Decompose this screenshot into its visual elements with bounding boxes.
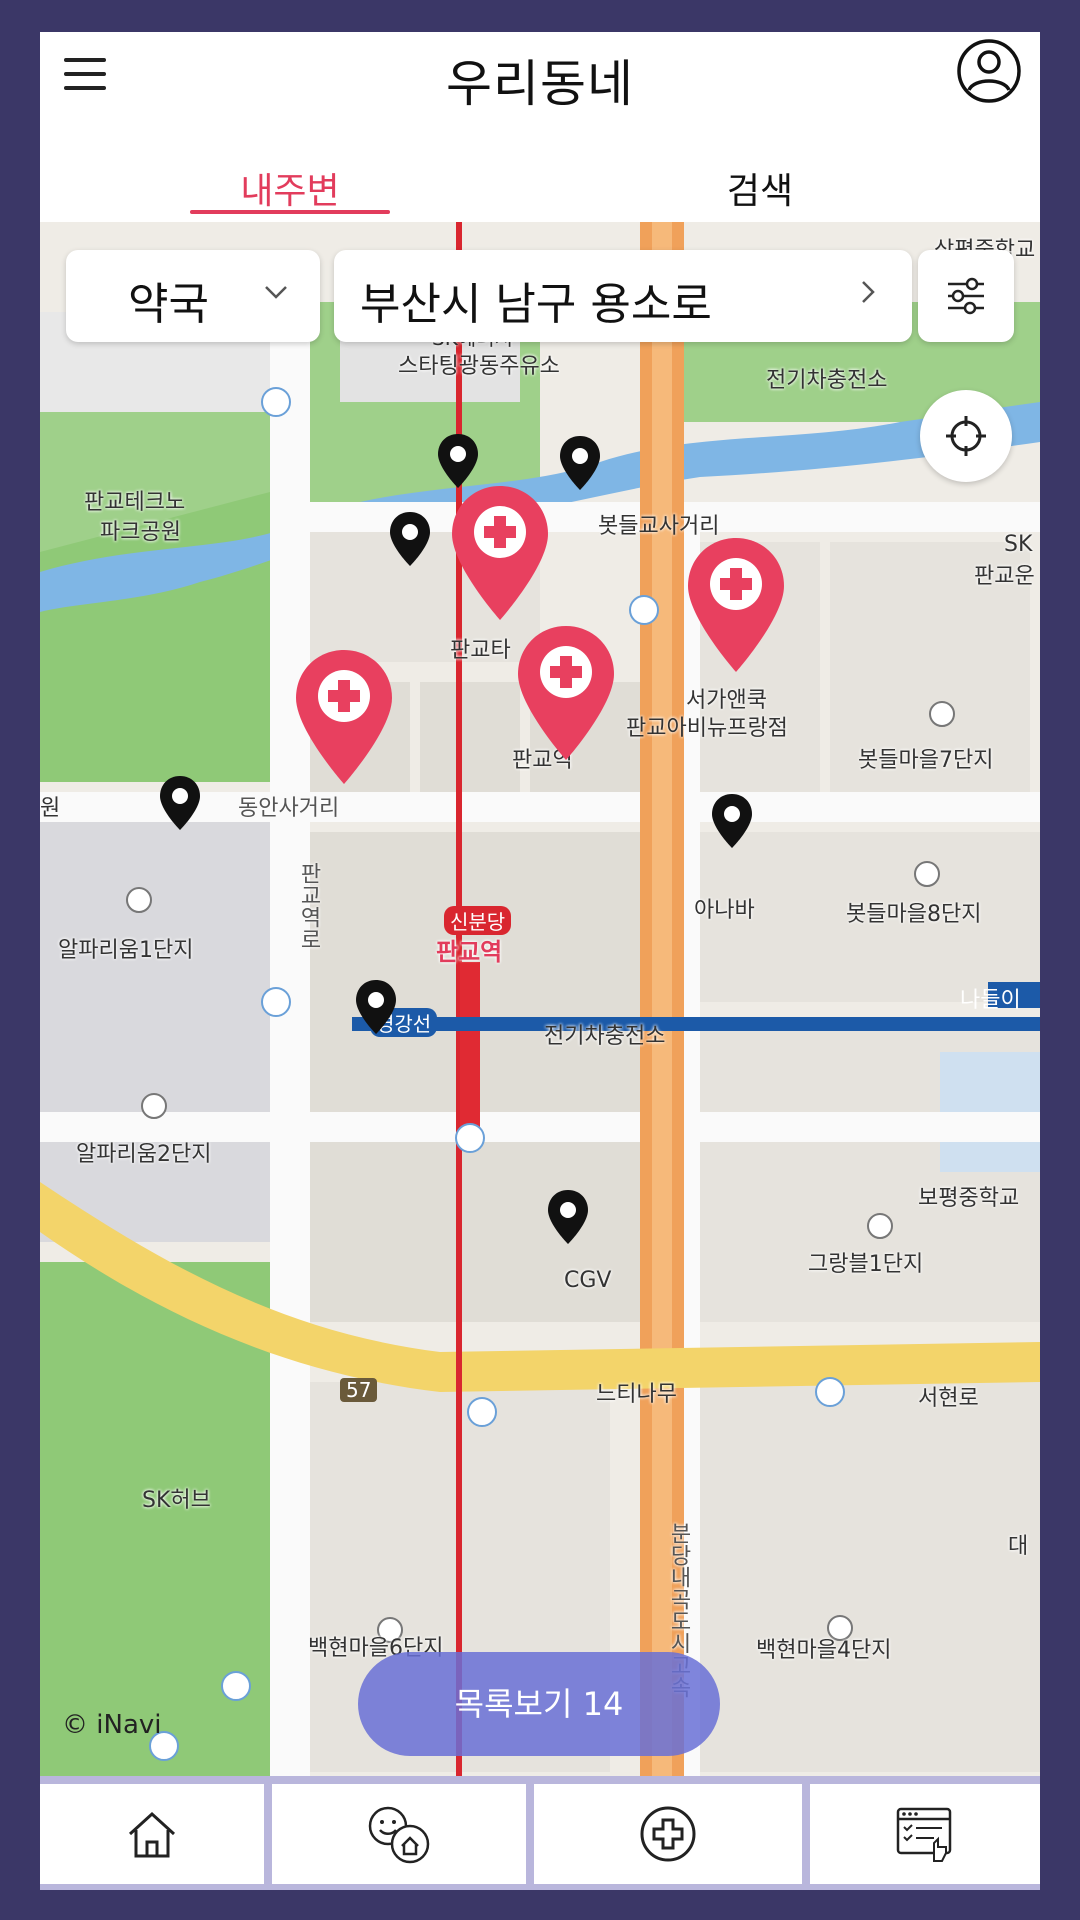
category-dropdown[interactable]: 약국 <box>66 250 320 342</box>
map-label: 서현로 <box>918 1386 979 1411</box>
place-pin-icon[interactable] <box>558 434 602 492</box>
map-label: 알파리움2단지 <box>76 1142 212 1167</box>
map-copyright: © iNavi <box>62 1710 162 1740</box>
map-label: 봇들마을8단지 <box>846 902 982 927</box>
map-label: 파크공원 <box>100 520 181 545</box>
app-window: 우리동네 내주변 검색 판교테크노 파크공원 스타팅광동주유소 전기차충전소 봇… <box>40 32 1040 1890</box>
map-base-layer <box>40 222 1040 1776</box>
place-pin-icon[interactable] <box>710 792 754 850</box>
place-pin-icon[interactable] <box>158 774 202 832</box>
category-label: 약국 <box>128 279 209 330</box>
sliders-icon <box>948 277 984 315</box>
map-label: 느티나무 <box>596 1382 677 1407</box>
nav-hospital[interactable] <box>534 1784 802 1884</box>
map-label: 백현마을4단지 <box>756 1638 892 1663</box>
place-pin-icon[interactable] <box>436 432 480 490</box>
home-icon <box>128 1811 176 1858</box>
tab-search[interactable]: 검색 <box>680 162 840 222</box>
map-label: CGV <box>564 1268 612 1293</box>
place-pin-icon[interactable] <box>388 510 432 568</box>
page-title: 우리동네 <box>446 55 634 113</box>
map-view[interactable]: 판교테크노 파크공원 스타팅광동주유소 SK에너지 전기차충전소 봇들교사거리 … <box>40 222 1040 1776</box>
place-pin-icon[interactable] <box>546 1188 590 1246</box>
map-label: 알파리움1단지 <box>58 938 194 963</box>
map-label: 전기차충전소 <box>544 1024 666 1049</box>
map-label: 그랑블1단지 <box>808 1252 924 1277</box>
map-label: 아나바 <box>694 898 755 923</box>
tab-search-label: 검색 <box>726 171 794 212</box>
header: 우리동네 내주변 검색 <box>40 32 1040 222</box>
nav-records[interactable] <box>810 1784 1040 1884</box>
tab-nearby-label: 내주변 <box>240 171 340 212</box>
map-label: SK허브 <box>142 1488 211 1513</box>
nav-home[interactable] <box>40 1784 264 1884</box>
nav-community[interactable] <box>272 1784 526 1884</box>
map-label: SK <box>1004 532 1033 557</box>
map-label: 봇들마을7단지 <box>858 748 994 773</box>
map-label: 판교아비뉴프랑점 <box>626 716 788 741</box>
crosshair-icon <box>946 416 986 456</box>
map-label: 판교역로 <box>296 862 321 950</box>
bottom-navigation <box>40 1776 1040 1890</box>
map-label: 판교운 <box>974 564 1035 589</box>
records-icon <box>896 1807 952 1862</box>
active-tab-indicator <box>190 210 390 214</box>
map-label: 원 <box>40 796 61 821</box>
filter-settings-button[interactable] <box>918 250 1014 342</box>
pharmacy-pin-icon[interactable] <box>294 648 394 788</box>
address-selector[interactable]: 부산시 남구 용소로 <box>334 250 912 342</box>
map-label: 나들이 <box>960 988 1021 1013</box>
map-label: 스타팅광동주유소 <box>398 354 560 379</box>
chevron-down-icon <box>265 286 287 299</box>
pharmacy-pin-icon[interactable] <box>516 624 616 764</box>
map-label: 57 <box>340 1378 378 1402</box>
community-icon <box>368 1806 430 1864</box>
pharmacy-pin-icon[interactable] <box>450 484 550 624</box>
place-pin-icon[interactable] <box>354 978 398 1036</box>
address-label: 부산시 남구 용소로 <box>360 279 712 330</box>
map-label: 판교타 <box>450 638 511 663</box>
map-label: 판교테크노 <box>84 490 186 515</box>
hospital-cross-icon <box>640 1806 696 1862</box>
map-label: 대 <box>1008 1534 1029 1559</box>
profile-icon[interactable] <box>956 38 1022 104</box>
tab-bar: 내주변 검색 <box>40 162 1040 222</box>
map-label: 전기차충전소 <box>766 368 888 393</box>
map-label: 보평중학교 <box>918 1186 1020 1211</box>
tab-nearby[interactable]: 내주변 <box>190 162 390 222</box>
map-label: 신분당 <box>444 906 512 935</box>
pharmacy-pin-icon[interactable] <box>686 536 786 676</box>
map-label: 판교역 <box>436 938 503 966</box>
map-label: 동안사거리 <box>238 796 340 821</box>
chevron-right-icon <box>862 281 875 303</box>
current-location-button[interactable] <box>920 390 1012 482</box>
view-list-button[interactable]: 목록보기 14 <box>358 1652 720 1756</box>
